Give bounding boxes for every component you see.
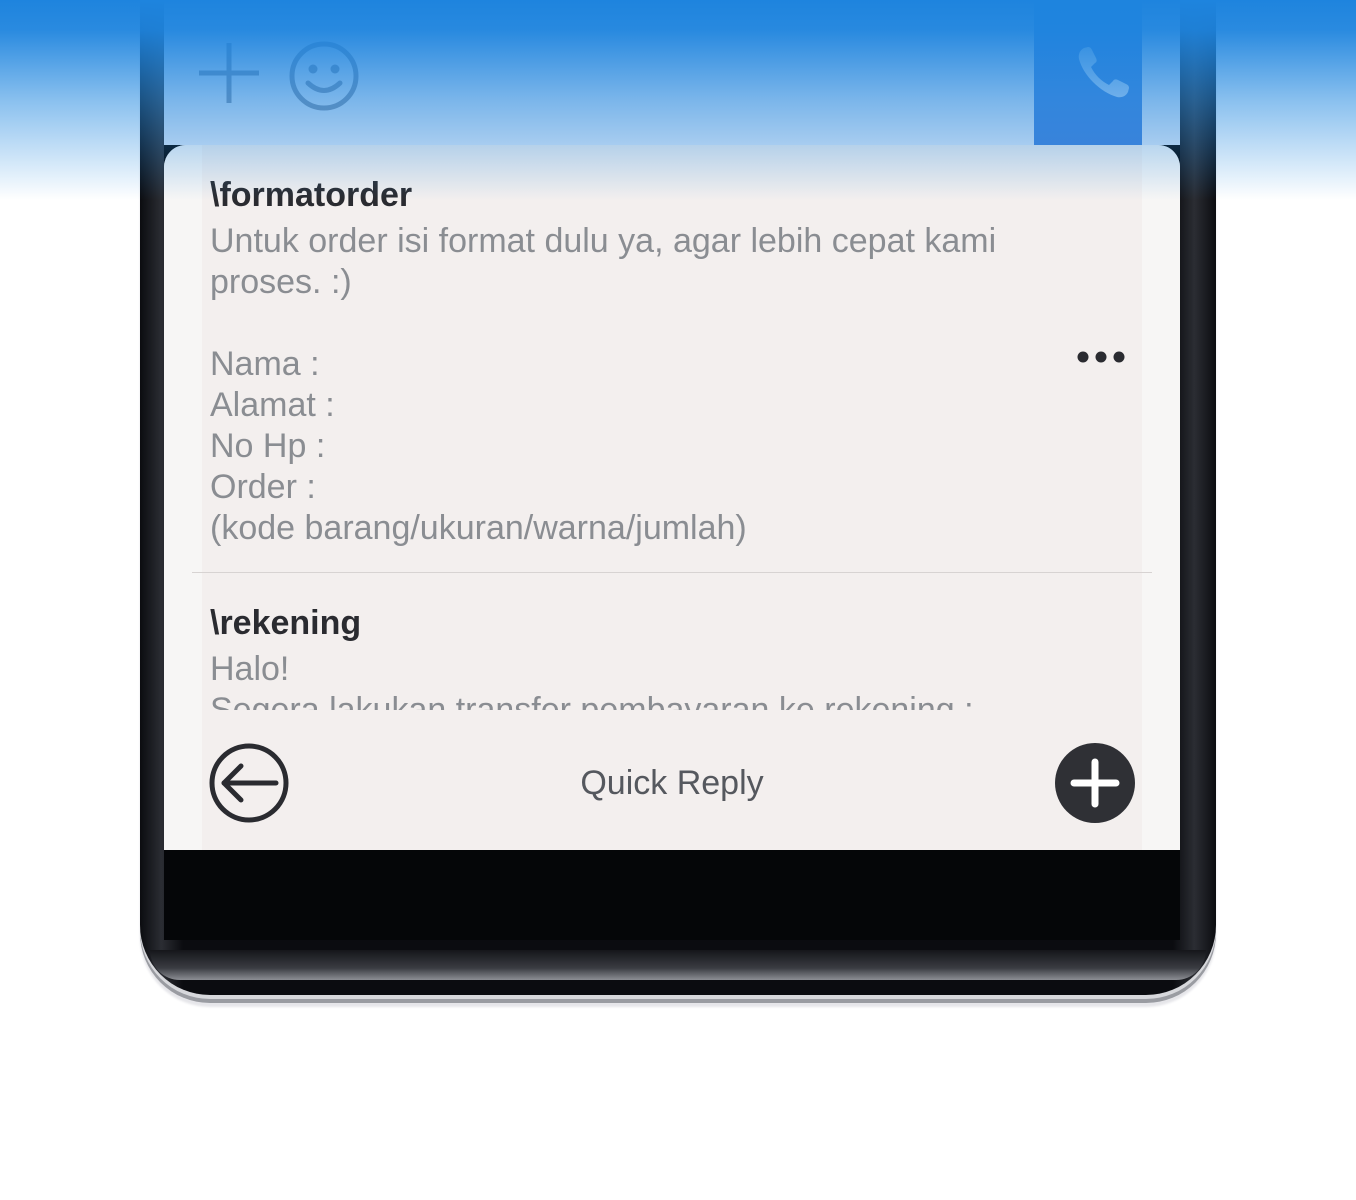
quick-reply-shortcut: \rekening (210, 604, 362, 642)
phone-bottom-rim (150, 950, 1206, 980)
more-icon[interactable] (1076, 347, 1126, 367)
quick-reply-panel: \formatorder Untuk order isi format dulu… (164, 145, 1180, 850)
plus-icon[interactable] (196, 40, 262, 106)
quick-reply-item[interactable]: \formatorder Untuk order isi format dulu… (164, 145, 1180, 573)
item-divider (192, 572, 1152, 573)
smile-icon[interactable] (288, 40, 360, 112)
quick-reply-item[interactable]: \rekening Halo! Segera lakukan transfer … (164, 573, 1180, 710)
call-button[interactable] (1034, 0, 1142, 145)
phone-icon (1078, 47, 1129, 98)
phone-screen: \formatorder Untuk order isi format dulu… (164, 0, 1180, 940)
quick-reply-message: Halo! Segera lakukan transfer pembayaran… (210, 650, 974, 710)
quick-reply-title: Quick Reply (580, 764, 764, 802)
screen-bottom-black (164, 850, 1180, 940)
chat-input-bar (164, 0, 1180, 145)
add-icon[interactable] (1054, 742, 1136, 824)
quick-reply-shortcut: \formatorder (210, 176, 413, 214)
quick-reply-list[interactable]: \formatorder Untuk order isi format dulu… (164, 145, 1180, 710)
screenshot-stage: \formatorder Untuk order isi format dulu… (0, 0, 1356, 1200)
quick-reply-message: Untuk order isi format dulu ya, agar leb… (210, 222, 997, 547)
quick-reply-footer: Quick Reply (164, 710, 1180, 850)
